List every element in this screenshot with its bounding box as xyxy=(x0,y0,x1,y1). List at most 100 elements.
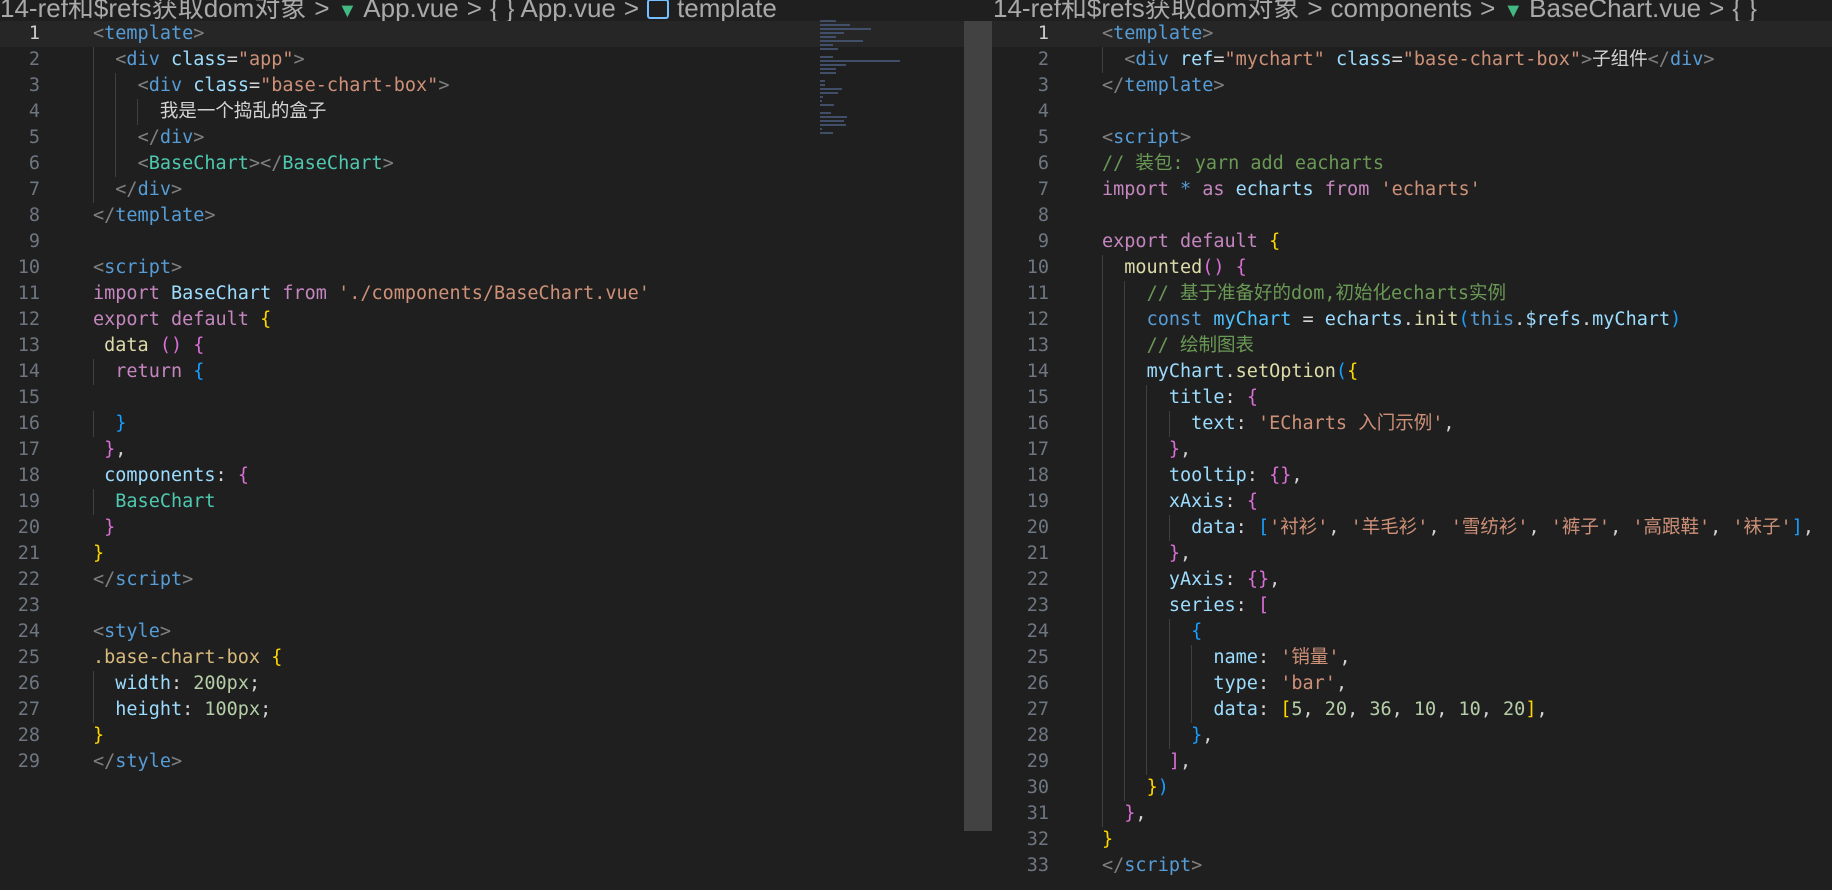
code-line[interactable]: 15 xyxy=(0,385,993,411)
code-line[interactable]: 30 }) xyxy=(993,775,1832,801)
right-editor-pane[interactable]: 14-ref和$refs获取dom对象 > components > ▼ BaseChar… xyxy=(993,0,1832,890)
code-line[interactable]: 6 // 装包: yarn add eacharts xyxy=(993,151,1832,177)
chevron-right-icon: > xyxy=(1709,0,1725,23)
code-line[interactable]: 20 } xyxy=(0,515,993,541)
minimap-line xyxy=(820,72,836,74)
code-line[interactable]: 2 <div ref="mychart" class="base-chart-b… xyxy=(993,47,1832,73)
code-line[interactable]: 12 export default { xyxy=(0,307,993,333)
code-line[interactable]: 21} xyxy=(0,541,993,567)
code-line[interactable]: 13 data () { xyxy=(0,333,993,359)
code-token: > xyxy=(170,751,183,772)
code-line[interactable]: 15 title: { xyxy=(993,385,1832,411)
code-line[interactable]: 6 <BaseChart></BaseChart> xyxy=(0,151,993,177)
line-text: // 绘制图表 xyxy=(1102,333,1254,359)
breadcrumb-symbol-file[interactable]: App.vue xyxy=(520,0,615,23)
minimap[interactable] xyxy=(820,20,930,140)
code-line[interactable]: 4 xyxy=(993,99,1832,125)
code-line[interactable]: 9 export default { xyxy=(993,229,1832,255)
breadcrumb-folder[interactable]: 14-ref和$refs获取dom对象 xyxy=(993,0,1299,23)
code-line[interactable]: 7 import * as echarts from 'echarts' xyxy=(993,177,1832,203)
line-text: components: { xyxy=(93,463,249,489)
code-token: , xyxy=(1710,517,1733,538)
line-text: <template> xyxy=(1102,21,1213,47)
code-line[interactable]: 24 <style> xyxy=(0,619,993,645)
code-line[interactable]: 1 <template> xyxy=(993,21,1832,47)
code-area[interactable]: 1 <template> 2 <div ref="mychart" class="b… xyxy=(993,21,1832,879)
line-text: <div ref="mychart" class="base-chart-box… xyxy=(1102,47,1715,73)
line-number: 29 xyxy=(1026,751,1049,772)
code-token: < xyxy=(137,75,149,96)
code-line[interactable]: 17 }, xyxy=(993,437,1832,463)
code-token: > xyxy=(1703,49,1715,70)
code-line[interactable]: 22 yAxis: {}, xyxy=(993,567,1832,593)
code-line[interactable]: 12 const myChart = echarts.init(this.$re… xyxy=(993,307,1832,333)
breadcrumb-symbol[interactable]: template xyxy=(677,0,777,23)
code-line[interactable]: 19 BaseChart xyxy=(0,489,993,515)
vertical-scrollbar[interactable] xyxy=(964,21,992,831)
code-line[interactable]: 7 </div> xyxy=(0,177,993,203)
code-line[interactable]: 25 .base-chart-box { xyxy=(0,645,993,671)
code-token: script xyxy=(1113,127,1180,148)
code-line[interactable]: 26 width: 200px; xyxy=(0,671,993,697)
code-line[interactable]: 28 }, xyxy=(993,723,1832,749)
code-line[interactable]: 11 // 基于准备好的dom,初始化echarts实例 xyxy=(993,281,1832,307)
code-line[interactable]: 27 data: [5, 20, 36, 10, 10, 20], xyxy=(993,697,1832,723)
code-line[interactable]: 27 height: 100px; xyxy=(0,697,993,723)
code-line[interactable]: 29 </style> xyxy=(0,749,993,775)
code-line[interactable]: 24 { xyxy=(993,619,1832,645)
breadcrumb-symbol-file[interactable]: { } xyxy=(1732,0,1757,23)
code-token: '羊毛衫' xyxy=(1350,517,1429,538)
code-token: : xyxy=(170,673,194,694)
code-line[interactable]: 14 myChart.setOption({ xyxy=(993,359,1832,385)
line-number: 16 xyxy=(1026,413,1049,434)
minimap-line xyxy=(820,116,848,118)
left-editor-pane[interactable]: 14-ref和$refs获取dom对象 > ▼ App.vue >{ } App.vue >… xyxy=(0,0,993,890)
code-line[interactable]: 32} xyxy=(993,827,1832,853)
code-line[interactable]: 18 components: { xyxy=(0,463,993,489)
code-line[interactable]: 21 }, xyxy=(993,541,1832,567)
code-line[interactable]: 28} xyxy=(0,723,993,749)
code-line[interactable]: 18 tooltip: {}, xyxy=(993,463,1832,489)
code-line[interactable]: 3 </template> xyxy=(993,73,1832,99)
line-number: 32 xyxy=(1026,829,1049,850)
code-line[interactable]: 20 data: ['衬衫', '羊毛衫', '雪纺衫', '裤子', '高跟鞋… xyxy=(993,515,1832,541)
code-line[interactable]: 33 </script> xyxy=(993,853,1832,879)
code-line[interactable]: 17 }, xyxy=(0,437,993,463)
code-line[interactable]: 8 xyxy=(993,203,1832,229)
code-line[interactable]: 10 mounted() { xyxy=(993,255,1832,281)
breadcrumb-file[interactable]: App.vue xyxy=(363,0,458,23)
code-line[interactable]: 11 import BaseChart from './components/Ba… xyxy=(0,281,993,307)
breadcrumb-file[interactable]: BaseChart.vue xyxy=(1529,0,1701,23)
code-token: , xyxy=(1802,517,1814,538)
line-text: } xyxy=(93,541,104,567)
code-line[interactable]: 10 <script> xyxy=(0,255,993,281)
code-line[interactable]: 26 type: 'bar', xyxy=(993,671,1832,697)
code-line[interactable]: 8 </template> xyxy=(0,203,993,229)
code-token: , xyxy=(1291,465,1303,486)
code-line[interactable]: 29 ], xyxy=(993,749,1832,775)
code-line[interactable]: 25 name: '销量', xyxy=(993,645,1832,671)
code-line[interactable]: 9 xyxy=(0,229,993,255)
minimap-line xyxy=(820,56,833,58)
code-line[interactable]: 14 return { xyxy=(0,359,993,385)
code-token: () xyxy=(1202,257,1225,278)
breadcrumb-folder[interactable]: 14-ref和$refs获取dom对象 xyxy=(0,0,306,23)
code-line[interactable]: 22 </script> xyxy=(0,567,993,593)
code-token: script xyxy=(1124,855,1192,876)
code-line[interactable]: 23 series: [ xyxy=(993,593,1832,619)
code-token: : xyxy=(1257,647,1281,668)
code-line[interactable]: 23 xyxy=(0,593,993,619)
code-line[interactable]: 13 // 绘制图表 xyxy=(993,333,1832,359)
minimap-line xyxy=(820,84,825,86)
code-line[interactable]: 19 xAxis: { xyxy=(993,489,1832,515)
line-text: }) xyxy=(1102,775,1169,801)
code-line[interactable]: 16 text: 'ECharts 入门示例', xyxy=(993,411,1832,437)
code-line[interactable]: 5 <script> xyxy=(993,125,1832,151)
code-line[interactable]: 16 } xyxy=(0,411,993,437)
code-token: class xyxy=(1335,49,1392,70)
code-line[interactable]: 31 }, xyxy=(993,801,1832,827)
breadcrumb-subfolder[interactable]: components xyxy=(1331,0,1473,23)
